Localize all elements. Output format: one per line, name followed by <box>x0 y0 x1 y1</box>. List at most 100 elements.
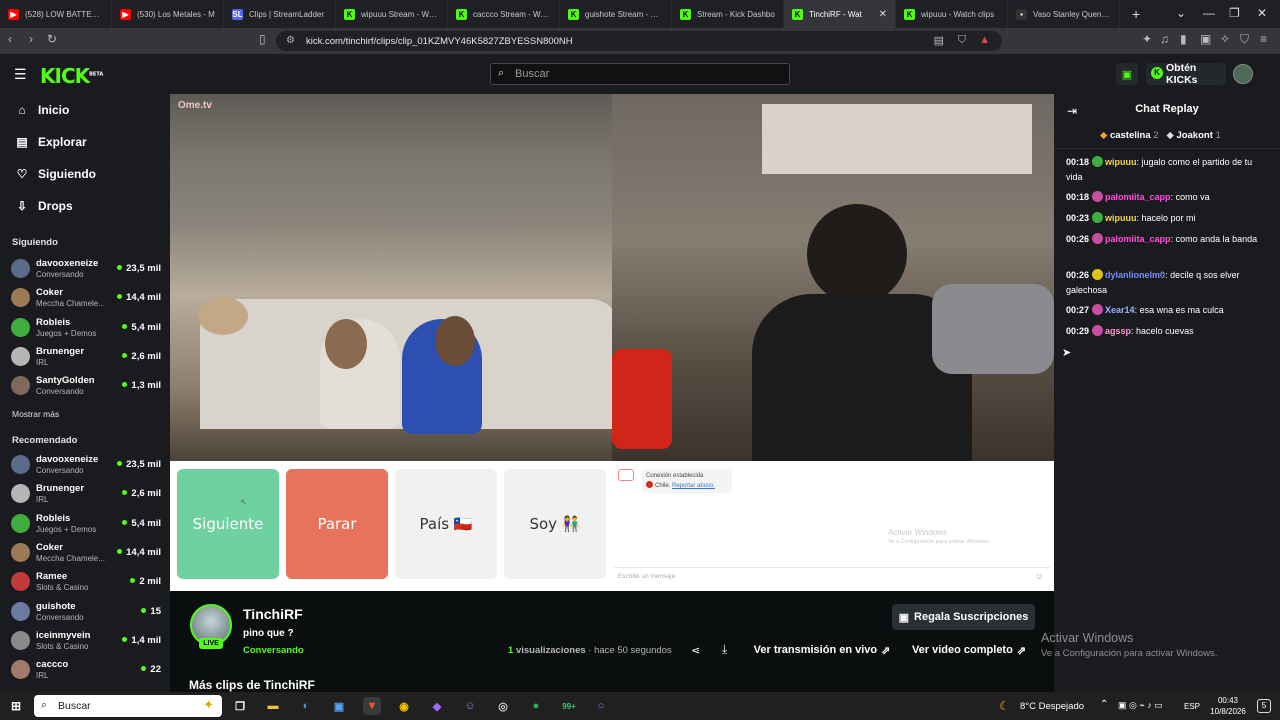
sidebar-channel[interactable]: SantyGolden Conversando 1,3 mil <box>11 372 161 399</box>
extensions-icon[interactable]: ✦ <box>1142 32 1152 46</box>
chat-username[interactable]: wipuuu <box>1105 213 1137 223</box>
sidebar-channel[interactable]: davooxeneize Conversando 23,5 mil <box>11 451 161 478</box>
language-indicator[interactable]: ESP <box>1184 702 1200 711</box>
edge-icon[interactable]: ◐ <box>297 697 315 715</box>
obs-icon[interactable]: ◎ <box>494 697 512 715</box>
chat-username[interactable]: dylanlionelm0 <box>1105 270 1165 280</box>
sidebar-nav-drops[interactable]: ⇩ Drops <box>16 197 73 215</box>
chat-username[interactable]: agssp <box>1105 326 1131 336</box>
tray-icons[interactable]: ▣ ◎ ⌁ ♪ ▭ <box>1118 700 1163 711</box>
browser-tab[interactable]: ▪ Vaso Stanley Quenche <box>1008 0 1120 28</box>
clock[interactable]: 00:43 10/8/2026 <box>1205 695 1251 717</box>
browser-tab[interactable]: Kwipuuu - Watch clips <box>896 0 1008 28</box>
forward-icon[interactable]: › <box>29 32 33 46</box>
get-kicks-button[interactable]: K Obtén KICKs <box>1146 62 1226 86</box>
browser-tab[interactable]: K Stream - Kick Dashbo <box>672 0 784 28</box>
file-explorer-icon[interactable]: ▬ <box>264 697 282 715</box>
user-avatar[interactable] <box>1233 64 1253 84</box>
search-input[interactable]: ⌕ Buscar <box>490 63 790 85</box>
sidebar-channel[interactable]: Brunenger IRL 2,6 mil <box>11 480 161 507</box>
brave-shield-icon[interactable]: ⛉ <box>958 34 966 47</box>
emoji-icon[interactable]: ☺ <box>1035 571 1044 581</box>
wallet-icon[interactable]: ▣ <box>1200 32 1211 46</box>
browser-tab[interactable]: ▶ (528) LOW BATTERY ;)( <box>0 0 112 28</box>
browser-tab[interactable]: ▶ (530) Los Metales - M <box>112 0 224 28</box>
vpn-icon[interactable]: ⛉ <box>1240 32 1249 47</box>
address-bar[interactable]: ⚙ kick.com/tinchirf/clips/clip_01KZMVY46… <box>276 31 1002 51</box>
browser-tab[interactable]: Kcaccco Stream - Watcl <box>448 0 560 28</box>
watch-live-button[interactable]: Ver transmisión en vivo ⇗ <box>748 637 896 663</box>
gifter-name[interactable]: Joakont <box>1176 130 1212 141</box>
ometv-button-stop[interactable]: Parar <box>286 469 388 579</box>
tab-close-icon[interactable]: ✕ <box>879 9 887 20</box>
site-info-icon[interactable]: ⚙ <box>286 35 295 46</box>
streamer-name[interactable]: TinchiRF <box>243 606 303 622</box>
gifter-name[interactable]: castelina <box>1110 130 1151 141</box>
show-more-link[interactable]: Mostrar más <box>12 409 59 419</box>
new-tab-button[interactable]: + <box>1132 6 1140 22</box>
tab-search-icon[interactable]: ⌄ <box>1176 6 1186 20</box>
chrome-icon[interactable]: ◉ <box>395 697 413 715</box>
chat-username[interactable]: palomiita_capp <box>1105 234 1171 244</box>
bookmark-icon[interactable]: ▯ <box>259 32 266 46</box>
hamburger-menu-icon[interactable]: ☰ <box>14 66 27 83</box>
start-icon[interactable]: ⊞ <box>7 697 25 715</box>
browser-tab[interactable]: K TinchiRF - Wat ✕ <box>784 0 896 28</box>
browser-tab[interactable]: Kwipuuu Stream - Watc <box>336 0 448 28</box>
sidebar-nav-siguiendo[interactable]: ♡ Siguiendo <box>16 165 96 183</box>
sidebar-channel[interactable]: Ramee Slots & Casino 2 mil <box>11 568 161 595</box>
kick-store-icon[interactable]: ▣ <box>1116 63 1138 85</box>
app-icon[interactable]: ◆ <box>428 697 446 715</box>
sidebar-channel[interactable]: Brunenger IRL 2,6 mil <box>11 343 161 370</box>
reader-mode-icon[interactable]: ▤ <box>934 34 944 47</box>
sidebar-channel[interactable]: Robleis Juegos + Demos 5,4 mil <box>11 510 161 537</box>
discord-icon[interactable]: ☺ <box>461 697 479 715</box>
chat-username[interactable]: palomiita_capp <box>1105 192 1171 202</box>
sidebar-channel[interactable]: Robleis Juegos + Demos 5,4 mil <box>11 314 161 341</box>
browser-tab[interactable]: SL Clips | StreamLadder <box>224 0 336 28</box>
sidebar-channel[interactable]: Coker Meccha Chamele... 14,4 mil <box>11 284 161 311</box>
brave-rewards-icon[interactable]: ▲ <box>979 34 990 46</box>
sidebar-channel[interactable]: davooxeneize Conversando 23,5 mil <box>11 255 161 282</box>
maximize-icon[interactable]: ❐ <box>1229 6 1240 20</box>
leo-ai-icon[interactable]: ✧ <box>1220 32 1230 46</box>
notification-icon[interactable]: 5 <box>1257 699 1271 713</box>
sidebar-channel[interactable]: caccco IRL 22 <box>11 656 161 683</box>
browser-tab[interactable]: Kguishote Stream - Wat <box>560 0 672 28</box>
media-icon[interactable]: ♫ <box>1160 32 1169 46</box>
chat-username[interactable]: wipuuu <box>1105 157 1137 167</box>
stream-category[interactable]: Conversando <box>243 645 304 656</box>
store-icon[interactable]: ▣ <box>330 697 348 715</box>
brave-icon[interactable]: ▼ <box>363 697 381 715</box>
ometv-button-next[interactable]: Siguiente <box>177 469 279 579</box>
clip-video-player[interactable]: Ome.tv Siguiente Parar País 🇨🇱 Soy 👫 Conexi… <box>170 94 1054 591</box>
reload-icon[interactable]: ↻ <box>47 32 57 46</box>
back-icon[interactable]: ‹ <box>8 32 12 46</box>
sidebar-nav-explorar[interactable]: ▤ Explorar <box>16 133 86 151</box>
sidebar-toggle-icon[interactable]: ▮ <box>1180 32 1187 46</box>
sidebar-nav-inicio[interactable]: ⌂ Inicio <box>16 101 69 119</box>
minimize-icon[interactable]: — <box>1203 6 1215 20</box>
sidebar-channel[interactable]: iceinmyvein Slots & Casino 1,4 mil <box>11 627 161 654</box>
ometv-button-gender[interactable]: Soy 👫 <box>504 469 606 579</box>
gift-subs-button[interactable]: ▣ Regala Suscripciones <box>892 604 1035 630</box>
whatsapp-icon[interactable]: 99+ <box>560 697 578 715</box>
tray-chevron-icon[interactable]: ⌃ <box>1100 699 1108 710</box>
ometv-message-input[interactable]: Escribe un mensaje ☺ <box>614 567 1050 585</box>
watch-full-video-button[interactable]: Ver video completo ⇗ <box>904 637 1034 663</box>
taskbar-search[interactable]: ⌕ Buscar ✦ <box>34 695 222 717</box>
task-view-icon[interactable]: ❐ <box>231 697 249 715</box>
chat-username[interactable]: Xear14 <box>1105 305 1135 315</box>
spotify-icon[interactable]: ● <box>527 697 545 715</box>
share-icon[interactable]: ⋖ <box>691 644 700 657</box>
menu-icon[interactable]: ≡ <box>1260 32 1267 46</box>
report-abuse-link[interactable]: Reportar abuso. <box>672 483 715 489</box>
close-window-icon[interactable]: ✕ <box>1257 6 1267 20</box>
app-icon[interactable]: ○ <box>592 697 610 715</box>
sidebar-channel[interactable]: Coker Meccha Chamele... 14,4 mil <box>11 539 161 566</box>
weather-text[interactable]: 8°C Despejado <box>1020 701 1084 712</box>
sidebar-channel[interactable]: guishote Conversando 15 <box>11 598 161 625</box>
ometv-button-country[interactable]: País 🇨🇱 <box>395 469 497 579</box>
kick-logo[interactable]: KICKBETA <box>40 64 103 88</box>
download-icon[interactable]: ⤓ <box>722 642 727 657</box>
